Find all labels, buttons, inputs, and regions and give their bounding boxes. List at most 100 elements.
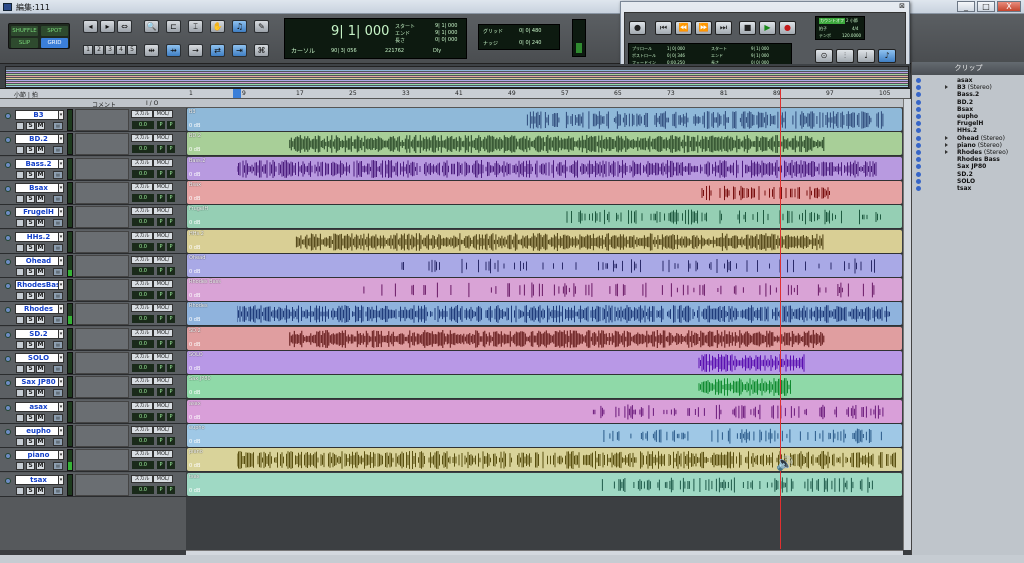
solo-button[interactable]: S	[26, 122, 35, 130]
track-menu-icon[interactable]: ▾	[58, 207, 64, 217]
track-view-button[interactable]: ▤	[53, 487, 63, 495]
mute-button[interactable]: M	[36, 462, 45, 470]
track-view-button[interactable]: ▤	[53, 341, 63, 349]
audio-clip[interactable]: piano 0 dB	[187, 448, 902, 471]
audio-clip[interactable]: Rhodes 0 dB	[187, 302, 902, 325]
track-header[interactable]: B3 ▾ S M ▤ スカル MOL/0.0 P P	[0, 108, 186, 132]
output-selector[interactable]: MOL/	[153, 110, 173, 118]
zoom-preset-2[interactable]: 2	[94, 45, 104, 55]
pan-left-value[interactable]: P	[157, 486, 165, 494]
track-menu-icon[interactable]: ▾	[58, 232, 64, 242]
audio-clip[interactable]: FrugelH 0 dB	[187, 205, 902, 228]
keyfocus-icon[interactable]: ⌘	[254, 44, 269, 57]
input-selector[interactable]: スカル	[131, 329, 153, 337]
track-header[interactable]: SD.2 ▾ S M ▤ スカル MOL/0.0 P P	[0, 327, 186, 351]
length-value[interactable]: 0| 0| 000	[435, 37, 457, 43]
expand-triangle-icon[interactable]	[945, 135, 948, 140]
track-select-icon[interactable]	[5, 405, 11, 411]
output-selector[interactable]: MOL/	[153, 207, 173, 215]
track-header[interactable]: Rhodes ▾ S M ▤ スカル MOL/0.0 P P	[0, 302, 186, 326]
zoom-h-icon[interactable]: ⇔	[117, 20, 132, 33]
track-lane[interactable]: FrugelH 0 dB	[186, 205, 903, 229]
track-menu-icon[interactable]: ▾	[58, 329, 64, 339]
volume-value[interactable]: 0.0	[132, 388, 154, 396]
pan-left-value[interactable]: P	[157, 437, 165, 445]
comment-field[interactable]	[75, 158, 129, 180]
pan-right-value[interactable]: P	[167, 437, 175, 445]
solo-button[interactable]: S	[26, 341, 35, 349]
pan-right-value[interactable]: P	[167, 315, 175, 323]
midi-merge-icon[interactable]: ⊙	[815, 49, 833, 63]
tr-start-value[interactable]: 9| 1| 000	[751, 46, 769, 51]
expand-triangle-icon[interactable]	[945, 142, 948, 147]
record-arm-button[interactable]	[16, 195, 24, 203]
solo-button[interactable]: S	[26, 171, 35, 179]
grid-mode-button[interactable]: GRID	[41, 38, 68, 48]
track-select-icon[interactable]	[5, 259, 11, 265]
solo-button[interactable]: S	[26, 438, 35, 446]
track-header[interactable]: BD.2 ▾ S M ▤ スカル MOL/0.0 P P	[0, 132, 186, 156]
input-selector[interactable]: スカル	[131, 475, 153, 483]
mute-button[interactable]: M	[36, 195, 45, 203]
solo-button[interactable]: S	[26, 365, 35, 373]
output-selector[interactable]: MOL/	[153, 304, 173, 312]
clip-list-item[interactable]: piano (Stereo)	[916, 142, 1023, 149]
record-arm-button[interactable]	[16, 389, 24, 397]
solo-button[interactable]: S	[26, 292, 35, 300]
volume-value[interactable]: 0.0	[132, 364, 154, 372]
track-select-icon[interactable]	[5, 283, 11, 289]
pan-right-value[interactable]: P	[167, 121, 175, 129]
solo-button[interactable]: S	[26, 146, 35, 154]
mute-button[interactable]: M	[36, 341, 45, 349]
track-name[interactable]: piano	[15, 450, 62, 460]
volume-value[interactable]: 0.0	[132, 291, 154, 299]
track-view-button[interactable]: ▤	[53, 122, 63, 130]
audio-clip[interactable]: BD.2 0 dB	[187, 132, 902, 155]
solo-button[interactable]: S	[26, 316, 35, 324]
mute-button[interactable]: M	[36, 171, 45, 179]
record-arm-button[interactable]	[16, 146, 24, 154]
record-arm-button[interactable]	[16, 462, 24, 470]
audio-clip[interactable]: Ohead 0 dB	[187, 254, 902, 277]
clip-list-item[interactable]: Rhodes (Stereo)	[916, 149, 1023, 156]
audio-clip[interactable]: B3 0 dB	[187, 108, 902, 131]
pan-left-value[interactable]: P	[157, 315, 165, 323]
track-header[interactable]: piano ▾ S M ▤ スカル MOL/0.0 P P	[0, 448, 186, 472]
solo-button[interactable]: S	[26, 462, 35, 470]
pan-left-value[interactable]: P	[157, 121, 165, 129]
track-menu-icon[interactable]: ▾	[58, 304, 64, 314]
output-selector[interactable]: MOL/	[153, 183, 173, 191]
zoom-out-icon[interactable]: ◂	[83, 20, 98, 33]
volume-value[interactable]: 0.0	[132, 486, 154, 494]
meter-value[interactable]: 4/4	[852, 26, 858, 31]
track-lane[interactable]: Ohead 0 dB	[186, 254, 903, 278]
track-menu-icon[interactable]: ▾	[58, 256, 64, 266]
input-selector[interactable]: スカル	[131, 256, 153, 264]
timeline-lanes[interactable]: B3 0 dB BD.2 0 dB Bass.2 0 dB Bsax 0 dB FrugelH 0…	[186, 108, 903, 550]
output-selector[interactable]: MOL/	[153, 134, 173, 142]
comment-field[interactable]	[75, 401, 129, 423]
track-select-icon[interactable]	[5, 307, 11, 313]
input-selector[interactable]: スカル	[131, 183, 153, 191]
rewind-icon[interactable]: ⏪	[675, 21, 692, 35]
record-arm-button[interactable]	[16, 268, 24, 276]
solo-button[interactable]: S	[26, 195, 35, 203]
input-selector[interactable]: スカル	[131, 207, 153, 215]
online-icon[interactable]: ●	[629, 21, 646, 35]
return-to-zero-icon[interactable]: ⏮	[655, 21, 672, 35]
volume-value[interactable]: 0.0	[132, 437, 154, 445]
track-menu-icon[interactable]: ▾	[58, 475, 64, 485]
pan-left-value[interactable]: P	[157, 218, 165, 226]
tr-end-value[interactable]: 9| 1| 000	[751, 53, 769, 58]
track-menu-icon[interactable]: ▾	[58, 450, 64, 460]
countoff-value[interactable]: 2 小節	[846, 18, 858, 24]
audio-clip[interactable]: Bsax 0 dB	[187, 181, 902, 204]
record-arm-button[interactable]	[16, 341, 24, 349]
track-lane[interactable]: Rhodes Bass 0 dB	[186, 278, 903, 302]
record-icon[interactable]: ●	[779, 21, 796, 35]
track-view-button[interactable]: ▤	[53, 195, 63, 203]
pan-right-value[interactable]: P	[167, 145, 175, 153]
input-selector[interactable]: スカル	[131, 280, 153, 288]
track-lane[interactable]: piano 0 dB	[186, 448, 903, 472]
track-lane[interactable]: Bsax 0 dB	[186, 181, 903, 205]
